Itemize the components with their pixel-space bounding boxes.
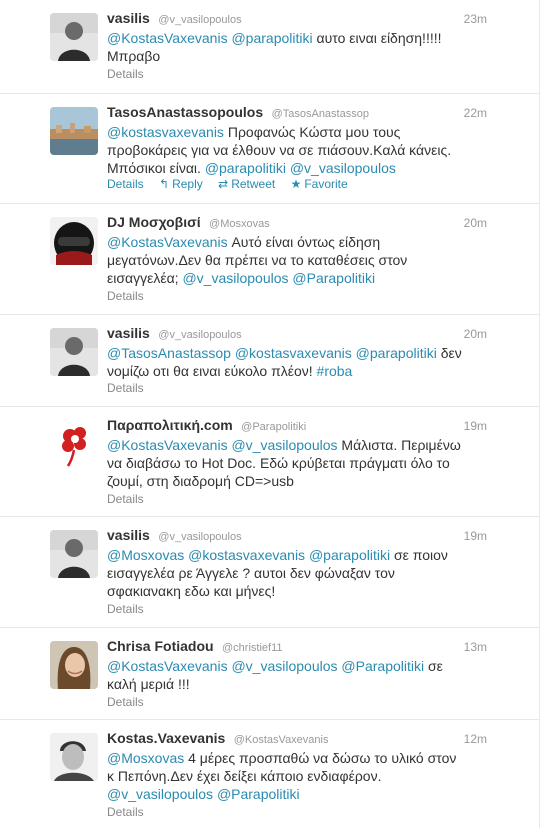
tweet-actions: Details ↰ Reply ⇄ Retweet ★ Favorite [107, 177, 348, 191]
tweet-header: vasilis @v_vasilopoulos [107, 325, 487, 343]
avatar[interactable] [50, 328, 98, 376]
user-handle[interactable]: @v_vasilopoulos [158, 329, 241, 341]
mention-link[interactable]: @KostasVaxevanis [107, 658, 228, 674]
retweet-icon: ⇄ [218, 177, 229, 191]
mention-link[interactable]: @parapolitiki [231, 30, 312, 46]
mention-link[interactable]: @kostasvaxevanis [107, 124, 224, 140]
tweet-item[interactable]: vasilis @v_vasilopoulos 20m @TasosAnasta… [0, 315, 539, 407]
tweet-item[interactable]: vasilis @v_vasilopoulos 23m @KostasVaxev… [0, 0, 539, 94]
mention-link[interactable]: @parapolitiki [356, 345, 437, 361]
mention-link[interactable]: @v_vasilopoulos [231, 658, 337, 674]
mention-link[interactable]: @parapolitiki [205, 160, 286, 176]
retweet-label: Retweet [231, 177, 276, 191]
reply-icon: ↰ [159, 177, 170, 191]
mention-link[interactable]: @kostasvaxevanis [235, 345, 352, 361]
mention-link[interactable]: @Parapolitiki [341, 658, 424, 674]
mention-link[interactable]: @Mosxovas [107, 547, 184, 563]
avatar[interactable] [50, 641, 98, 689]
user-handle[interactable]: @TasosAnastassop [272, 108, 369, 120]
tweet-timestamp[interactable]: 23m [464, 12, 487, 26]
details-link[interactable]: Details [107, 695, 144, 709]
avatar[interactable] [50, 13, 98, 61]
tweet-timeline: vasilis @v_vasilopoulos 23m @KostasVaxev… [0, 0, 540, 828]
reply-button[interactable]: ↰ Reply [159, 177, 203, 191]
tweet-timestamp[interactable]: 13m [464, 640, 487, 654]
tweet-text: @KostasVaxevanis @v_vasilopoulos @Parapo… [107, 657, 463, 693]
mention-link[interactable]: @kostasvaxevanis [188, 547, 305, 563]
mention-link[interactable]: @KostasVaxevanis [107, 234, 228, 250]
mention-link[interactable]: @Parapolitiki [217, 786, 300, 802]
tweet-text: @TasosAnastassop @kostasvaxevanis @parap… [107, 344, 463, 380]
tweet-header: vasilis @v_vasilopoulos [107, 527, 487, 545]
details-link[interactable]: Details [107, 492, 144, 506]
user-fullname[interactable]: Kostas.Vaxevanis [107, 730, 225, 746]
tweet-header: TasosAnastassopoulos @TasosAnastassop [107, 104, 487, 122]
favorite-button[interactable]: ★ Favorite [291, 177, 348, 191]
details-link[interactable]: Details [107, 805, 144, 819]
user-handle[interactable]: @v_vasilopoulos [158, 531, 241, 543]
tweet-text: @KostasVaxevanis @v_vasilopoulos Μάλιστα… [107, 436, 463, 490]
details-link[interactable]: Details [107, 289, 144, 303]
user-fullname[interactable]: TasosAnastassopoulos [107, 104, 263, 120]
user-handle[interactable]: @Parapolitiki [241, 421, 306, 433]
user-fullname[interactable]: Παραπολιτική.com [107, 417, 233, 433]
user-handle[interactable]: @KostasVaxevanis [234, 734, 329, 746]
favorite-label: Favorite [304, 177, 348, 191]
mention-link[interactable]: @TasosAnastassop [107, 345, 231, 361]
tweet-item[interactable]: TasosAnastassopoulos @TasosAnastassop 22… [0, 94, 539, 204]
user-fullname[interactable]: vasilis [107, 10, 150, 26]
tweet-timestamp[interactable]: 19m [464, 419, 487, 433]
tweet-item[interactable]: DJ Μοσχοβισί @Mosxovas 20m @KostasVaxeva… [0, 204, 539, 315]
details-link[interactable]: Details [107, 602, 144, 616]
tweet-header: DJ Μοσχοβισί @Mosxovas [107, 214, 487, 232]
tweet-text: @Mosxovas 4 μέρες προσπαθώ να δώσω το υλ… [107, 749, 463, 803]
tweet-header: vasilis @v_vasilopoulos [107, 10, 487, 28]
user-fullname[interactable]: vasilis [107, 527, 150, 543]
user-handle[interactable]: @christief11 [222, 642, 282, 654]
tweet-header: Παραπολιτική.com @Parapolitiki [107, 417, 487, 435]
avatar[interactable] [50, 530, 98, 578]
mention-link[interactable]: @v_vasilopoulos [231, 437, 337, 453]
tweet-text: @KostasVaxevanis @parapolitiki αυτο εινα… [107, 29, 463, 65]
tweet-item[interactable]: Chrisa Fotiadou @christief11 13m @Kostas… [0, 628, 539, 720]
tweet-item[interactable]: Kostas.Vaxevanis @KostasVaxevanis 12m @M… [0, 720, 539, 828]
user-fullname[interactable]: Chrisa Fotiadou [107, 638, 214, 654]
avatar[interactable] [50, 420, 98, 468]
details-link[interactable]: Details [107, 381, 144, 395]
retweet-button[interactable]: ⇄ Retweet [218, 177, 275, 191]
tweet-timestamp[interactable]: 20m [464, 216, 487, 230]
user-fullname[interactable]: DJ Μοσχοβισί [107, 214, 201, 230]
user-handle[interactable]: @v_vasilopoulos [158, 14, 241, 26]
mention-link[interactable]: @v_vasilopoulos [290, 160, 396, 176]
tweet-timestamp[interactable]: 12m [464, 732, 487, 746]
tweet-header: Kostas.Vaxevanis @KostasVaxevanis [107, 730, 487, 748]
details-link[interactable]: Details [107, 67, 144, 81]
mention-link[interactable]: @Mosxovas [107, 750, 184, 766]
mention-link[interactable]: @v_vasilopoulos [182, 270, 288, 286]
avatar[interactable] [50, 107, 98, 155]
tweet-item[interactable]: Παραπολιτική.com @Parapolitiki 19m @Kost… [0, 407, 539, 517]
tweet-header: Chrisa Fotiadou @christief11 [107, 638, 487, 656]
avatar[interactable] [50, 733, 98, 781]
user-handle[interactable]: @Mosxovas [209, 218, 270, 230]
tweet-text: @kostasvaxevanis Προφανώς Κώστα μου τους… [107, 123, 463, 177]
mention-link[interactable]: @parapolitiki [309, 547, 390, 563]
tweet-text: @Mosxovas @kostasvaxevanis @parapolitiki… [107, 546, 463, 600]
mention-link[interactable]: @KostasVaxevanis [107, 30, 228, 46]
star-icon: ★ [290, 177, 302, 191]
tweet-text: @KostasVaxevanis Αυτό είναι όντως είδηση… [107, 233, 463, 287]
hashtag-link[interactable]: #roba [317, 363, 353, 379]
tweet-timestamp[interactable]: 20m [464, 327, 487, 341]
mention-link[interactable]: @Parapolitiki [292, 270, 375, 286]
avatar[interactable] [50, 217, 98, 265]
mention-link[interactable]: @KostasVaxevanis [107, 437, 228, 453]
reply-label: Reply [172, 177, 203, 191]
tweet-item[interactable]: vasilis @v_vasilopoulos 19m @Mosxovas @k… [0, 517, 539, 628]
user-fullname[interactable]: vasilis [107, 325, 150, 341]
details-link[interactable]: Details [107, 177, 144, 191]
tweet-timestamp[interactable]: 19m [464, 529, 487, 543]
mention-link[interactable]: @v_vasilopoulos [107, 786, 213, 802]
tweet-timestamp[interactable]: 22m [464, 106, 487, 120]
